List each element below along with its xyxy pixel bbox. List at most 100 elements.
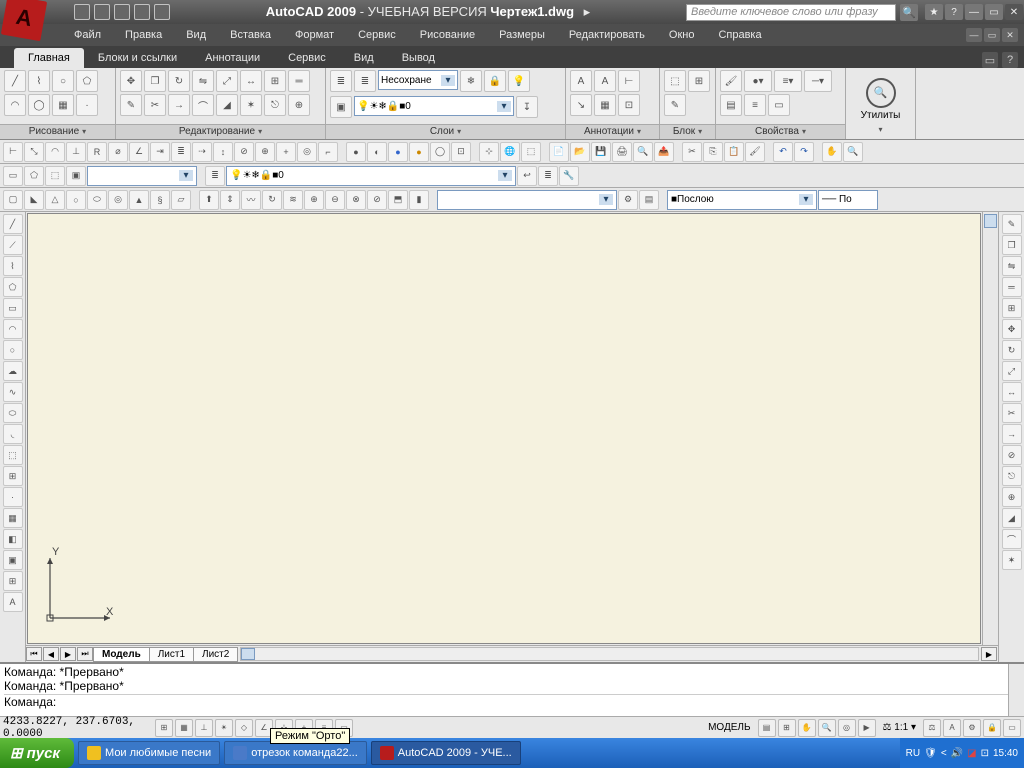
break-icon[interactable]: ⎋	[264, 94, 286, 116]
layer-freeze-icon[interactable]: ❄	[460, 70, 482, 92]
dim-aligned-icon[interactable]: ⤡	[24, 142, 44, 162]
m-breakpt-icon[interactable]: ⊘	[1002, 445, 1022, 465]
explode-icon[interactable]: ✶	[240, 94, 262, 116]
v-ellipse-icon[interactable]: ⬭	[3, 403, 23, 423]
start-button[interactable]: ⊞пуск	[0, 738, 74, 768]
v-circle-icon[interactable]: ○	[3, 340, 23, 360]
shade-wire-icon[interactable]: ⊡	[451, 142, 471, 162]
chamfer-icon[interactable]: ◢	[216, 94, 238, 116]
help-icon[interactable]: ?	[945, 4, 963, 20]
v-block-icon[interactable]: ⊞	[3, 466, 23, 486]
table-icon[interactable]: ▦	[594, 94, 616, 116]
array-icon[interactable]: ⊞	[264, 70, 286, 92]
color-control-combo[interactable]: ■ Послою▾	[667, 190, 817, 210]
layout-tab-model[interactable]: Модель	[93, 647, 150, 662]
render-icon[interactable]: ●	[346, 142, 366, 162]
shade-flat-icon[interactable]: ◐	[367, 142, 387, 162]
layer-states-icon[interactable]: ≣	[354, 70, 376, 92]
cylinder-icon[interactable]: ⬭	[87, 190, 107, 210]
match-props-icon[interactable]: 🖌	[720, 70, 742, 92]
status-zoom-icon[interactable]: 🔍	[818, 719, 836, 737]
ucs-face-icon[interactable]: ⬚	[521, 142, 541, 162]
union-icon[interactable]: ⊕	[304, 190, 324, 210]
m-mirror-icon[interactable]: ⇋	[1002, 256, 1022, 276]
torus-icon[interactable]: ◎	[108, 190, 128, 210]
drawing-canvas[interactable]: X Y	[27, 213, 981, 644]
v-table-icon[interactable]: ⊞	[3, 571, 23, 591]
m-explode-icon[interactable]: ✶	[1002, 550, 1022, 570]
layer-combo[interactable]: 💡☀❄🔒■ 0▾	[354, 96, 514, 116]
m-offset-icon[interactable]: ═	[1002, 277, 1022, 297]
dim-baseline-icon[interactable]: ≣	[171, 142, 191, 162]
vp-scale-combo[interactable]: ▾	[87, 166, 197, 186]
join-icon[interactable]: ⊕	[288, 94, 310, 116]
vp-single-icon[interactable]: ▭	[3, 166, 23, 186]
rotate-icon[interactable]: ↻	[168, 70, 190, 92]
doc-minimize-button[interactable]: —	[966, 28, 982, 42]
layer-state-mgr-icon[interactable]: ≣	[538, 166, 558, 186]
offset-icon[interactable]: ═	[288, 70, 310, 92]
shade-gouraud-icon[interactable]: ●	[388, 142, 408, 162]
m-join-icon[interactable]: ⊕	[1002, 487, 1022, 507]
dim-center-icon[interactable]: +	[276, 142, 296, 162]
menu-insert[interactable]: Вставка	[218, 24, 283, 46]
v-ellipsearc-icon[interactable]: ◟	[3, 424, 23, 444]
std-open-icon[interactable]: 📂	[570, 142, 590, 162]
m-erase-icon[interactable]: ✎	[1002, 214, 1022, 234]
qat-undo-icon[interactable]	[134, 4, 150, 20]
polar-toggle[interactable]: ✴	[215, 719, 233, 737]
m-break-icon[interactable]: ⎋	[1002, 466, 1022, 486]
m-fillet-icon[interactable]: ⌒	[1002, 529, 1022, 549]
ortho-toggle[interactable]: ⊥	[195, 719, 213, 737]
vp-object-icon[interactable]: ⬚	[45, 166, 65, 186]
layer-props-icon[interactable]: ≣	[330, 70, 352, 92]
scrollbar-vertical[interactable]	[982, 212, 998, 645]
tray-icon-1[interactable]: 🛡	[924, 748, 937, 759]
sweep-icon[interactable]: 〰	[241, 190, 261, 210]
menu-window[interactable]: Окно	[657, 24, 707, 46]
layer-match-icon[interactable]: ↧	[516, 96, 538, 118]
dim-diameter-icon[interactable]: ⌀	[108, 142, 128, 162]
menu-help[interactable]: Справка	[706, 24, 773, 46]
layer-lock-icon[interactable]: 🔒	[484, 70, 506, 92]
pan-rt-icon[interactable]: ✋	[822, 142, 842, 162]
layer-select-combo[interactable]: 💡☀❄🔒■ 0▾	[226, 166, 516, 186]
tab-home[interactable]: Главная	[14, 48, 84, 68]
panel-modify-title[interactable]: Редактирование	[116, 124, 325, 139]
anno-scale[interactable]: ⚖ 1:1 ▾	[878, 722, 921, 733]
std-save-icon[interactable]: 💾	[591, 142, 611, 162]
panel-draw-title[interactable]: Рисование	[0, 124, 115, 139]
menu-file[interactable]: Файл	[62, 24, 113, 46]
minimize-button[interactable]: —	[965, 4, 983, 20]
toolbar-lock-icon[interactable]: 🔒	[983, 719, 1001, 737]
menu-modify[interactable]: Редактировать	[557, 24, 657, 46]
qview-drawings-icon[interactable]: ⊞	[778, 719, 796, 737]
layer-state-combo[interactable]: Несохране▾	[378, 70, 458, 90]
model-paper-toggle[interactable]: МОДЕЛЬ	[703, 722, 755, 733]
matchprop-icon[interactable]: 🖌	[745, 142, 765, 162]
helix-icon[interactable]: §	[150, 190, 170, 210]
tab-nav-next-icon[interactable]: ▶	[60, 647, 76, 661]
dim-continue-icon[interactable]: ⇢	[192, 142, 212, 162]
point-icon[interactable]: ·	[76, 94, 98, 116]
shade-real-icon[interactable]: ●	[409, 142, 429, 162]
menu-edit[interactable]: Правка	[113, 24, 174, 46]
tab-view[interactable]: Вид	[340, 48, 388, 68]
layer-prev-icon[interactable]: ↩	[517, 166, 537, 186]
v-line-icon[interactable]: ╱	[3, 214, 23, 234]
command-prompt[interactable]: Команда:	[4, 695, 1020, 709]
visual-style-combo[interactable]: ▾	[437, 190, 617, 210]
qat-new-icon[interactable]	[74, 4, 90, 20]
stretch-icon[interactable]: ↔	[240, 70, 262, 92]
polygon-icon[interactable]: ⬠	[76, 70, 98, 92]
menu-view[interactable]: Вид	[174, 24, 218, 46]
dim-quick-icon[interactable]: ⇥	[150, 142, 170, 162]
tray-icon-3[interactable]: 🔊	[951, 748, 963, 759]
color-combo[interactable]: ●▾	[744, 70, 772, 92]
m-move-icon[interactable]: ✥	[1002, 319, 1022, 339]
ucs-world-icon[interactable]: 🌐	[500, 142, 520, 162]
v-spline-icon[interactable]: ∿	[3, 382, 23, 402]
layer-off-icon[interactable]: 💡	[508, 70, 530, 92]
dim-space-icon[interactable]: ↕	[213, 142, 233, 162]
dim-radius-icon[interactable]: R	[87, 142, 107, 162]
